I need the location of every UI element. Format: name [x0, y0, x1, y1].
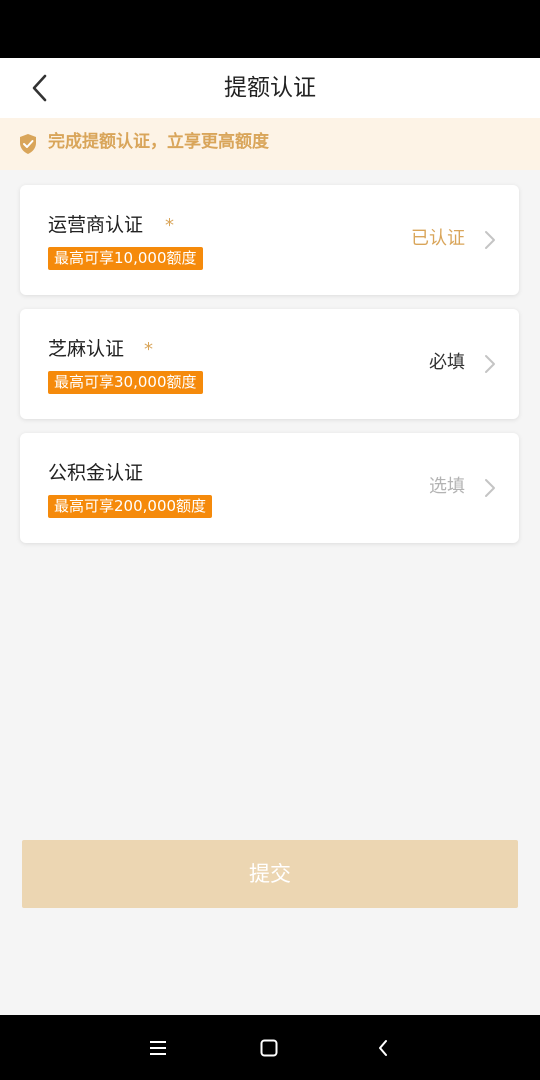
back-triangle-icon: [379, 1040, 387, 1056]
menu-icon: [150, 1041, 166, 1055]
chevron-right-icon: [485, 479, 495, 497]
shield-check-icon: [20, 134, 36, 154]
submit-button[interactable]: 提交: [22, 840, 518, 908]
chevron-left-icon: [32, 74, 47, 102]
credit-limit-tag: 最高可享10,000额度: [48, 247, 203, 270]
page-title: 提额认证: [224, 75, 316, 101]
card-title: 运营商认证: [48, 214, 144, 236]
system-back-button[interactable]: [370, 1035, 396, 1061]
credit-limit-tag: 最高可享200,000额度: [48, 495, 213, 518]
chevron-right-icon: [485, 231, 495, 249]
required-mark: *: [144, 339, 153, 360]
status-bar: [0, 0, 540, 58]
home-button[interactable]: [256, 1035, 282, 1061]
card-operator-auth[interactable]: 运营商认证 * 最高可享10,000额度 已认证: [20, 185, 519, 295]
notice-banner: 完成提额认证，立享更高额度: [0, 118, 540, 170]
notice-text: 完成提额认证，立享更高额度: [48, 132, 269, 152]
card-housing-fund-auth[interactable]: 公积金认证 最高可享200,000额度 选填: [20, 433, 519, 543]
auth-status: 必填: [429, 352, 465, 373]
card-sesame-auth[interactable]: 芝麻认证 * 最高可享30,000额度 必填: [20, 309, 519, 419]
back-button[interactable]: [20, 68, 60, 108]
auth-status: 已认证: [411, 228, 465, 249]
system-nav-bar: [0, 1015, 540, 1080]
menu-button[interactable]: [145, 1035, 171, 1061]
card-title: 芝麻认证: [48, 338, 125, 360]
header: 提额认证: [0, 58, 540, 118]
credit-limit-tag: 最高可享30,000额度: [48, 371, 203, 394]
chevron-right-icon: [485, 355, 495, 373]
required-mark: *: [165, 215, 174, 236]
card-title: 公积金认证: [48, 462, 144, 484]
auth-status: 选填: [429, 476, 465, 497]
home-square-icon: [260, 1039, 278, 1057]
